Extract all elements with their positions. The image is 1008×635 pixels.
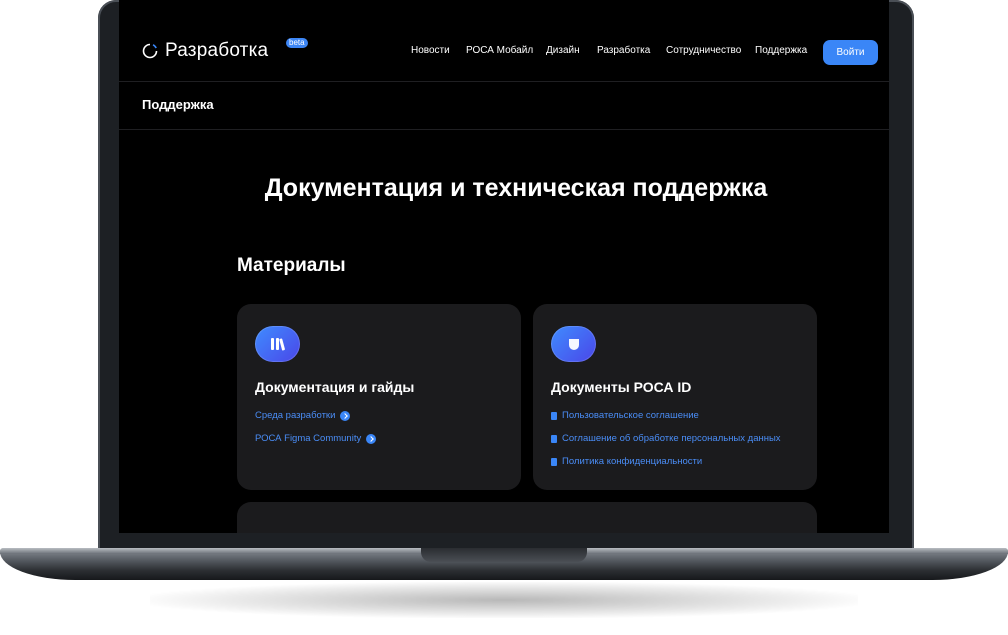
nav-item-development[interactable]: Разработка [597, 45, 650, 56]
link-label: Политика конфиденциальности [562, 456, 703, 467]
beta-badge: beta [286, 38, 308, 48]
site-logo[interactable]: Разработка beta [142, 38, 308, 62]
nav-item-cooperation[interactable]: Сотрудничество [666, 45, 741, 56]
laptop-shadow [150, 582, 858, 618]
link-dev-environment[interactable]: Среда разработки [255, 410, 351, 421]
link-user-agreement[interactable]: Пользовательское соглашение [551, 410, 699, 421]
link-privacy-policy[interactable]: Политика конфиденциальности [551, 456, 702, 467]
browser-viewport: Разработка beta Новости РОСА Мобайл Диза… [119, 0, 889, 533]
document-icon [551, 434, 557, 443]
link-label: РОСА Figma Community [255, 433, 362, 444]
nav-item-support[interactable]: Поддержка [755, 45, 807, 56]
link-personal-data[interactable]: Соглашение об обработке персональных дан… [551, 433, 781, 444]
section-title: Материалы [237, 255, 346, 276]
page-title: Документация и техническая поддержка [264, 174, 768, 202]
link-label: Соглашение об обработке персональных дан… [562, 433, 781, 444]
card-title: Документы РОСА ID [551, 379, 692, 395]
link-label: Пользовательское соглашение [562, 410, 699, 421]
card-docs-guides: Документация и гайды Среда разработки РО… [237, 304, 521, 490]
nav-item-design[interactable]: Дизайн [546, 45, 580, 56]
page-section-title[interactable]: Поддержка [142, 97, 214, 112]
card-title: Документация и гайды [255, 379, 415, 395]
logo-icon [142, 43, 158, 59]
link-figma-community[interactable]: РОСА Figma Community [255, 433, 377, 444]
document-icon [551, 411, 557, 420]
chevron-right-icon [340, 410, 351, 421]
card-rosa-id-docs: Документы РОСА ID Пользовательское согла… [533, 304, 817, 490]
books-icon [255, 326, 300, 362]
document-icon [551, 457, 557, 466]
link-label: Среда разработки [255, 410, 336, 421]
nav-item-rosa-mobile[interactable]: РОСА Мобайл [466, 45, 533, 56]
logo-text: Разработка [165, 40, 269, 61]
login-button[interactable]: Войти [823, 40, 878, 65]
subnav-bar: Поддержка [119, 82, 889, 130]
chevron-right-icon [366, 433, 377, 444]
nav-item-news[interactable]: Новости [411, 45, 450, 56]
laptop-notch [421, 548, 587, 562]
top-navbar: Разработка beta Новости РОСА Мобайл Диза… [119, 0, 889, 82]
shield-icon [551, 326, 596, 362]
card-partial [237, 502, 817, 533]
